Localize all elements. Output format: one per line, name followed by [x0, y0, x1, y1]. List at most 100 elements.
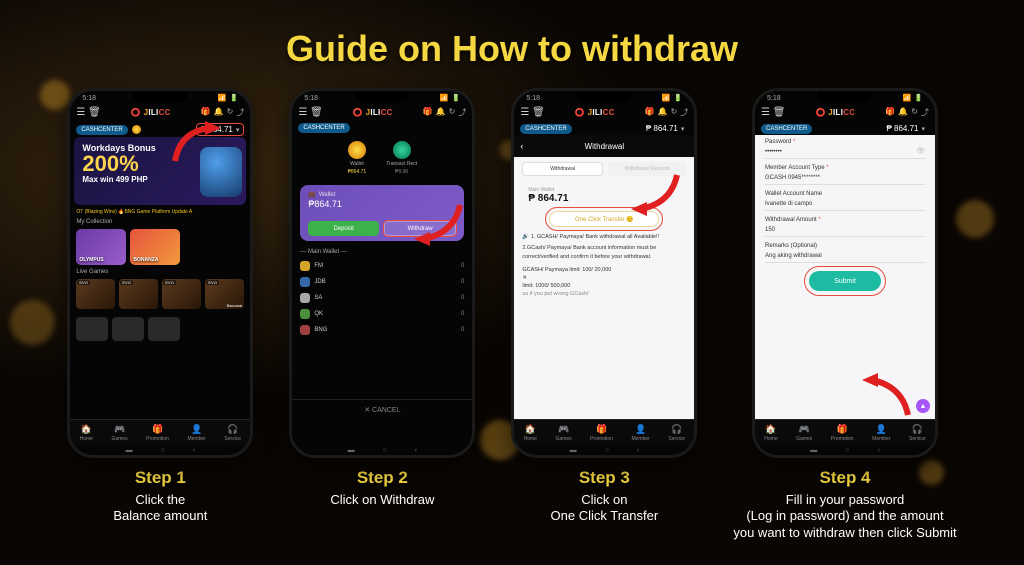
scroll-top-fab[interactable]: ▲: [916, 399, 930, 413]
eye-icon[interactable]: 👁: [916, 147, 925, 155]
logo: ⭕ JILICC: [815, 108, 855, 117]
deposit-button[interactable]: Deposit: [308, 221, 379, 236]
provider-row[interactable]: JDB0: [300, 274, 464, 290]
step-4-column: 5:18📶🔋 ☰ 🗑 ⭕ JILICC 🎁🔔↻⤴ CASHCENTER ₱ 86…: [733, 88, 956, 541]
live-row-2: [70, 315, 250, 343]
nav-games[interactable]: 🎮Games: [112, 424, 128, 442]
promo-character: [200, 147, 242, 197]
cashcenter-pill[interactable]: CASHCENTER: [520, 124, 571, 134]
cashcenter-pill[interactable]: CASHCENTER: [298, 123, 349, 133]
bottom-nav: 🏠Home 🎮Games 🎁Promotion 👤Member 🎧Service: [755, 419, 935, 445]
live-thumb[interactable]: EVO: [76, 279, 115, 309]
menu-icon[interactable]: ☰ 🗑: [298, 107, 322, 118]
phone-notch: [133, 91, 187, 103]
nav-member[interactable]: 👤Member: [631, 424, 649, 442]
top-icons[interactable]: 🎁🔔↻⤴: [201, 107, 245, 118]
amount-field[interactable]: 150: [765, 225, 925, 237]
nav-service[interactable]: 🎧Service: [668, 424, 685, 442]
live-thumb-small[interactable]: [112, 317, 144, 341]
step-1-label: Step 1: [135, 468, 186, 488]
wallet-name-field[interactable]: Ivanette di campo: [765, 199, 925, 211]
wallet-tab-transact[interactable]: Transact Rect ₱0.00: [386, 141, 417, 175]
top-icons[interactable]: 🎁🔔↻⤴: [885, 107, 929, 118]
form-screen-wrap: Password * ••••••••👁 Member Account Type…: [755, 135, 935, 419]
nav-promo[interactable]: 🎁Promotion: [590, 424, 613, 442]
bottom-nav: 🏠Home 🎮Games 🎁Promotion 👤Member 🎧Service: [70, 419, 250, 445]
live-thumb-small[interactable]: [148, 317, 180, 341]
menu-icon[interactable]: ☰ 🗑: [520, 107, 544, 118]
tag: EVO: [120, 280, 132, 285]
live-thumb[interactable]: EVOBaccarat: [205, 279, 244, 309]
remarks-group: Remarks (Optional) Ang aking withdrawal: [765, 243, 925, 263]
wallet-icon: [348, 141, 366, 159]
account-type-label: Member Account Type *: [765, 165, 925, 171]
nav-home[interactable]: 🏠Home: [524, 424, 537, 442]
phone-notch: [577, 91, 631, 103]
android-nav: ▬○‹: [292, 445, 472, 455]
wallet-tab-main[interactable]: Wallet ₱864.71: [348, 141, 367, 175]
wallet-buttons: Deposit Withdraw: [308, 221, 456, 236]
submit-button[interactable]: Submit: [809, 271, 881, 291]
nav-games[interactable]: 🎮Games: [556, 424, 572, 442]
balance-display[interactable]: ₱ 864.71▾: [642, 123, 689, 134]
nav-service[interactable]: 🎧Service: [909, 424, 926, 442]
notice-2: 2.GCash/ Paymaya/ Bank account informati…: [522, 244, 686, 261]
wallet-tab-amt: ₱0.00: [395, 169, 408, 175]
nav-member[interactable]: 👤Member: [187, 424, 205, 442]
wallet-tab-label: Wallet: [350, 161, 364, 167]
back-icon[interactable]: ‹: [520, 141, 523, 151]
step-2-caption: Click on Withdraw: [330, 492, 434, 508]
nav-home[interactable]: 🏠Home: [80, 424, 93, 442]
nav-member[interactable]: 👤Member: [872, 424, 890, 442]
game-thumb-bonanza[interactable]: BONANZA: [130, 229, 180, 265]
cashcenter-pill[interactable]: CASHCENTER: [76, 125, 127, 135]
provider-row[interactable]: QK0: [300, 306, 464, 322]
android-nav: ▬○‹: [70, 445, 250, 455]
tab-withdrawal[interactable]: Withdrawal: [522, 162, 603, 176]
header-title: Withdrawal: [585, 142, 625, 151]
logo: ⭕ JILICC: [353, 108, 393, 117]
top-icons[interactable]: 🎁🔔↻⤴: [645, 107, 689, 118]
one-click-transfer-button[interactable]: One Click Transfer 😊: [549, 211, 659, 227]
top-icons[interactable]: 🎁🔔↻⤴: [423, 107, 467, 118]
live-thumb-small[interactable]: [76, 317, 108, 341]
tag: EVO: [206, 280, 218, 285]
nav-service[interactable]: 🎧Service: [224, 424, 241, 442]
phone-notch: [818, 91, 872, 103]
cashcenter-pill[interactable]: CASHCENTER: [761, 124, 812, 134]
app-topbar: ☰ 🗑 ⭕ JILICC 🎁🔔↻⤴: [292, 105, 472, 120]
app-topbar: ☰ 🗑 ⭕ JILICC 🎁🔔↻⤴: [755, 105, 935, 120]
thumb-label: BONANZA: [133, 257, 158, 263]
step-4-label: Step 4: [819, 468, 870, 488]
limit-close: ✕: [522, 275, 686, 281]
cancel-button[interactable]: ✕ CANCEL: [292, 399, 472, 419]
wallet-card: 💼 Wallet ₱864.71 Deposit Withdraw: [300, 185, 464, 241]
withdraw-form: Password * ••••••••👁 Member Account Type…: [755, 135, 935, 419]
nav-games[interactable]: 🎮Games: [796, 424, 812, 442]
step-3-column: 5:18📶🔋 ☰ 🗑 ⭕ JILICC 🎁🔔↻⤴ CASHCENTER ₱ 86…: [511, 88, 697, 541]
promo-banner[interactable]: Workdays Bonus 200% Max win 499 PHP: [74, 137, 246, 205]
live-thumb[interactable]: EVO: [162, 279, 201, 309]
app-topbar: ☰ 🗑 ⭕ JILICC 🎁🔔↻⤴: [70, 105, 250, 120]
tag: EVO: [77, 280, 89, 285]
menu-icon[interactable]: ☰ 🗑: [761, 107, 785, 118]
limit-1: GCASH/ Paymaya limit: 100/ 20,000: [522, 267, 686, 273]
account-type-field[interactable]: GCASH 0945********: [765, 173, 925, 185]
tab-records[interactable]: Withdrawal Records: [608, 162, 687, 176]
live-thumb[interactable]: EVO: [119, 279, 158, 309]
provider-row[interactable]: FM0: [300, 258, 464, 274]
provider-row[interactable]: BNG0: [300, 322, 464, 338]
nav-promo[interactable]: 🎁Promotion: [831, 424, 854, 442]
balance-display[interactable]: ₱ 864.71▾: [882, 123, 929, 134]
remarks-field[interactable]: Ang aking withdrawal: [765, 251, 925, 263]
game-thumb-olympus[interactable]: OLYMPUS: [76, 229, 126, 265]
password-field[interactable]: ••••••••👁: [765, 147, 925, 159]
withdraw-button[interactable]: Withdraw: [384, 221, 457, 236]
coin-icon: [132, 125, 141, 134]
wallet-icon: [393, 141, 411, 159]
account-type-group: Member Account Type * GCASH 0945********: [765, 165, 925, 185]
nav-promo[interactable]: 🎁Promotion: [146, 424, 169, 442]
menu-icon[interactable]: ☰ 🗑: [76, 107, 100, 118]
nav-home[interactable]: 🏠Home: [764, 424, 777, 442]
provider-row[interactable]: SA0: [300, 290, 464, 306]
